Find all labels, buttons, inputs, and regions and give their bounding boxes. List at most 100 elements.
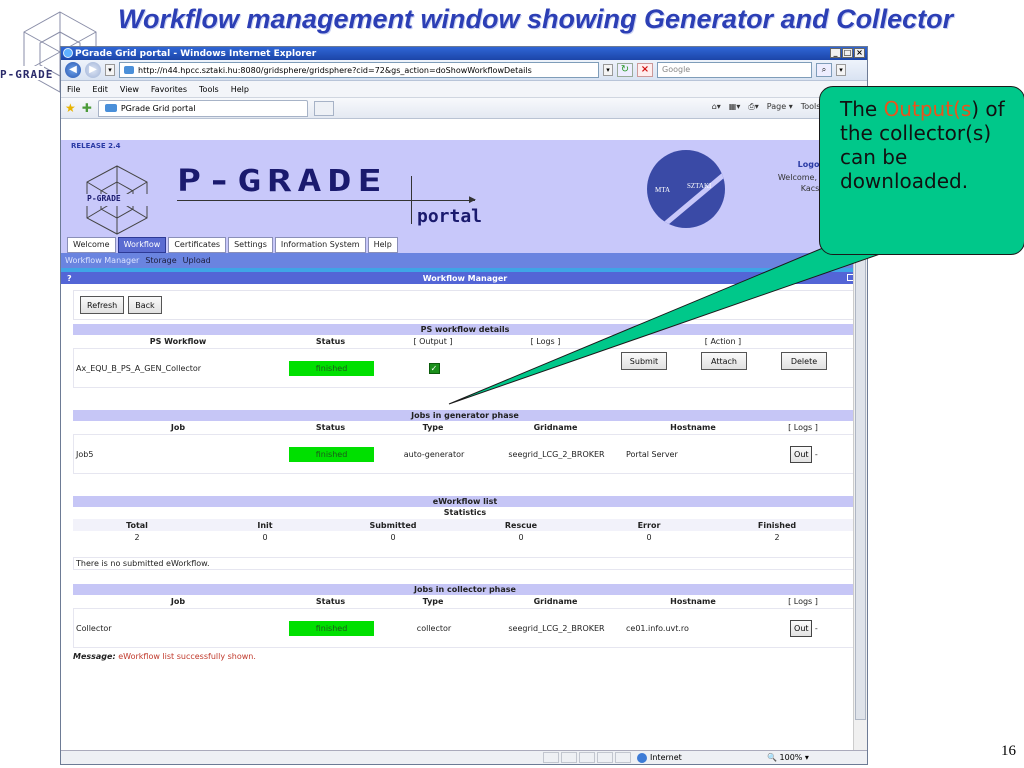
col-action: [ Action ] <box>704 337 742 346</box>
window-titlebar: PGrade Grid portal - Windows Internet Ex… <box>61 47 867 60</box>
new-tab-button[interactable] <box>313 100 334 116</box>
portal-header: RELEASE 2.4 P-GRADE P-GRADE ▶ portal MTA… <box>61 140 867 253</box>
stat-error-label: Error <box>637 520 661 530</box>
status-badge: finished <box>289 446 374 462</box>
col-status: Status <box>315 337 346 346</box>
stop-icon[interactable]: × <box>637 63 653 77</box>
job-name: Collector <box>76 623 112 633</box>
brand-divider <box>411 176 412 224</box>
eworkflow-list: eWorkflow list Statistics Total Init Sub… <box>73 496 857 570</box>
refresh-icon[interactable]: ↻ <box>617 63 633 77</box>
submit-button[interactable]: Submit <box>621 352 667 370</box>
url-dropdown-icon[interactable]: ▾ <box>603 64 613 76</box>
job-gridname: seegrid_LCG_2_BROKER <box>508 623 605 633</box>
favorites-star-icon[interactable]: ★ <box>65 101 76 115</box>
ie-icon <box>63 48 73 58</box>
menu-help[interactable]: Help <box>231 85 249 94</box>
tab-title: PGrade Grid portal <box>120 103 196 113</box>
stat-total-label: Total <box>126 520 148 530</box>
col-ps-workflow: PS Workflow <box>149 337 207 346</box>
back-arrow-icon[interactable]: ◀ <box>65 62 81 78</box>
subnav-workflow-manager[interactable]: Workflow Manager <box>65 256 139 265</box>
search-icon[interactable]: ⌕ <box>816 63 832 77</box>
menu-tools[interactable]: Tools <box>199 85 219 94</box>
collector-section-title: Jobs in collector phase <box>73 584 857 595</box>
menu-view[interactable]: View <box>120 85 139 94</box>
tab-workflow[interactable]: Workflow <box>117 237 167 253</box>
no-eworkflow-note: There is no submitted eWorkflow. <box>73 557 857 570</box>
generator-header: Job Status Type Gridname Hostname [ Logs… <box>73 421 857 434</box>
ps-details-section-title: PS workflow details <box>73 324 857 335</box>
panel-titlebar: ? Workflow Manager <box>61 272 867 284</box>
maximize-button[interactable]: □ <box>842 48 853 58</box>
refresh-button[interactable]: Refresh <box>80 296 125 314</box>
generator-section-title: Jobs in generator phase <box>73 410 857 421</box>
browser-tab[interactable]: PGrade Grid portal <box>97 99 308 117</box>
table-row: Collector finished collector seegrid_LCG… <box>73 608 857 648</box>
back-button[interactable]: Back <box>128 296 162 314</box>
col-logs: [ Logs ] <box>788 423 818 432</box>
out-button[interactable]: Out <box>790 445 813 463</box>
col-status: Status <box>315 423 346 432</box>
out-button[interactable]: Out <box>790 619 813 637</box>
page-menu[interactable]: Page ▾ <box>767 102 793 112</box>
feeds-icon[interactable]: ▦▾ <box>729 102 741 112</box>
zone-label: Internet <box>650 753 682 762</box>
search-options-icon[interactable]: ▾ <box>836 64 846 76</box>
forward-arrow-icon[interactable]: ▶ <box>85 62 101 78</box>
brand-wordmark: P-GRADE <box>177 164 388 199</box>
corner-logo-text: P-GRADE <box>0 68 54 81</box>
help-icon[interactable]: ? <box>67 274 72 283</box>
scrollbar-thumb[interactable] <box>855 220 866 720</box>
col-job: Job <box>170 597 186 606</box>
url-field[interactable]: http://n44.hpcc.sztaki.hu:8080/gridspher… <box>119 62 599 78</box>
message-label: Message: <box>73 652 116 661</box>
tab-certificates[interactable]: Certificates <box>168 237 227 253</box>
portal-tabs: Welcome Workflow Certificates Settings I… <box>67 237 398 253</box>
tab-settings[interactable]: Settings <box>228 237 273 253</box>
attach-button[interactable]: Attach <box>701 352 747 370</box>
statistics-values: 2 0 0 0 0 2 <box>73 531 857 543</box>
sztaki-text: SZTAKI <box>687 182 712 190</box>
message-text: eWorkflow list successfully shown. <box>118 652 256 661</box>
tab-welcome[interactable]: Welcome <box>67 237 116 253</box>
url-text: http://n44.hpcc.sztaki.hu:8080/gridspher… <box>138 65 532 75</box>
zoom-control[interactable]: 🔍 100% ▾ <box>767 753 809 762</box>
favorites-bar: ★ ✚ PGrade Grid portal ⌂▾ ▦▾ ⎙▾ Page ▾ T… <box>61 98 867 119</box>
table-row: Ax_EQU_B_PS_A_GEN_Collector finished ✓ -… <box>73 348 857 388</box>
status-badge: finished <box>289 620 374 636</box>
stat-submitted-label: Submitted <box>369 520 417 530</box>
stat-submitted-value: 0 <box>390 532 396 542</box>
statistics-title: Statistics <box>443 508 487 517</box>
history-dropdown-icon[interactable]: ▾ <box>105 64 115 76</box>
logo-text: P-GRADE <box>87 194 121 203</box>
add-favorite-icon[interactable]: ✚ <box>82 101 92 115</box>
callout-highlight: Output(s <box>883 97 972 121</box>
subnav-upload[interactable]: Upload <box>183 256 211 265</box>
output-download-checkbox[interactable]: ✓ <box>428 362 440 374</box>
zoom-level: 100% <box>779 753 803 762</box>
tab-help[interactable]: Help <box>367 237 398 253</box>
minimize-button[interactable]: _ <box>830 48 841 58</box>
annotation-callout: The Output(s) of the collector(s) can be… <box>819 86 1024 255</box>
menu-favorites[interactable]: Favorites <box>151 85 187 94</box>
home-icon[interactable]: ⌂▾ <box>712 102 721 112</box>
menu-file[interactable]: File <box>67 85 80 94</box>
print-icon[interactable]: ⎙▾ <box>748 102 758 112</box>
close-button[interactable]: × <box>854 48 865 58</box>
menu-edit[interactable]: Edit <box>92 85 108 94</box>
col-gridname: Gridname <box>533 423 578 432</box>
stat-init-label: Init <box>257 520 273 530</box>
tab-information-system[interactable]: Information System <box>274 237 366 253</box>
ps-workflow-name: Ax_EQU_B_PS_A_GEN_Collector <box>76 363 202 373</box>
delete-button[interactable]: Delete <box>781 352 827 370</box>
subnav-storage[interactable]: Storage <box>145 256 176 265</box>
job-type: auto-generator <box>403 449 465 459</box>
search-input[interactable]: Google <box>657 62 812 78</box>
ps-details-header: PS Workflow Status [ Output ] [ Logs ] [… <box>73 335 857 348</box>
menu-bar: File Edit View Favorites Tools Help <box>61 81 867 98</box>
portal-wordmark: portal <box>417 206 483 227</box>
portal-page: RELEASE 2.4 P-GRADE P-GRADE ▶ portal MTA… <box>61 140 867 752</box>
browser-statusbar: Internet 🔍 100% ▾ <box>61 750 867 764</box>
brand-underline <box>177 200 475 201</box>
